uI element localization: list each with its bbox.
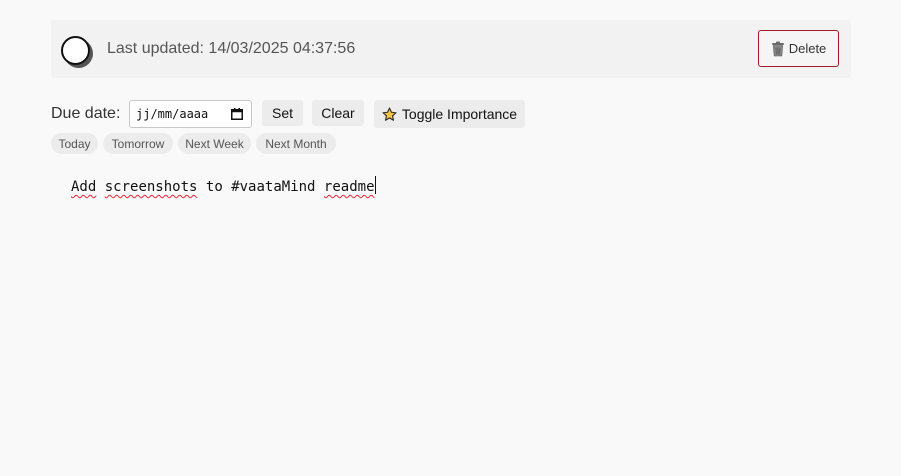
note-word: Add xyxy=(71,179,97,195)
clear-due-date-button[interactable]: Clear xyxy=(312,100,364,126)
calendar-icon[interactable] xyxy=(231,108,243,120)
note-word: to xyxy=(205,179,223,195)
note-text-editor[interactable]: Add screenshots to #vaataMind readme xyxy=(71,176,831,195)
delete-label: Delete xyxy=(788,41,827,56)
note-word: screenshots xyxy=(104,179,198,195)
quick-date-today[interactable]: Today xyxy=(51,133,98,154)
star-icon xyxy=(382,107,397,122)
due-date-label: Due date: xyxy=(51,105,121,122)
note-word: readme xyxy=(323,179,375,195)
text-caret xyxy=(374,176,376,194)
set-due-date-button[interactable]: Set xyxy=(262,100,303,126)
due-date-input[interactable]: jj/mm/aaaa xyxy=(129,100,252,128)
trash-icon xyxy=(771,41,785,57)
note-editor: Last updated: 14/03/2025 04:37:56 Delete… xyxy=(0,0,901,476)
note-hashtag: #vaataMind xyxy=(231,179,316,195)
note-header: Last updated: 14/03/2025 04:37:56 Delete xyxy=(51,20,851,78)
quick-date-tomorrow[interactable]: Tomorrow xyxy=(103,133,173,154)
complete-toggle-icon[interactable] xyxy=(61,36,90,65)
quick-date-next-week[interactable]: Next Week xyxy=(178,133,251,154)
toggle-importance-label: Toggle Importance xyxy=(401,106,518,122)
due-date-placeholder: jj/mm/aaaa xyxy=(136,107,209,121)
quick-date-next-month[interactable]: Next Month xyxy=(256,133,336,154)
delete-button[interactable]: Delete xyxy=(758,30,839,67)
toggle-importance-button[interactable]: Toggle Importance xyxy=(374,100,525,128)
last-updated-text: Last updated: 14/03/2025 04:37:56 xyxy=(107,40,356,57)
